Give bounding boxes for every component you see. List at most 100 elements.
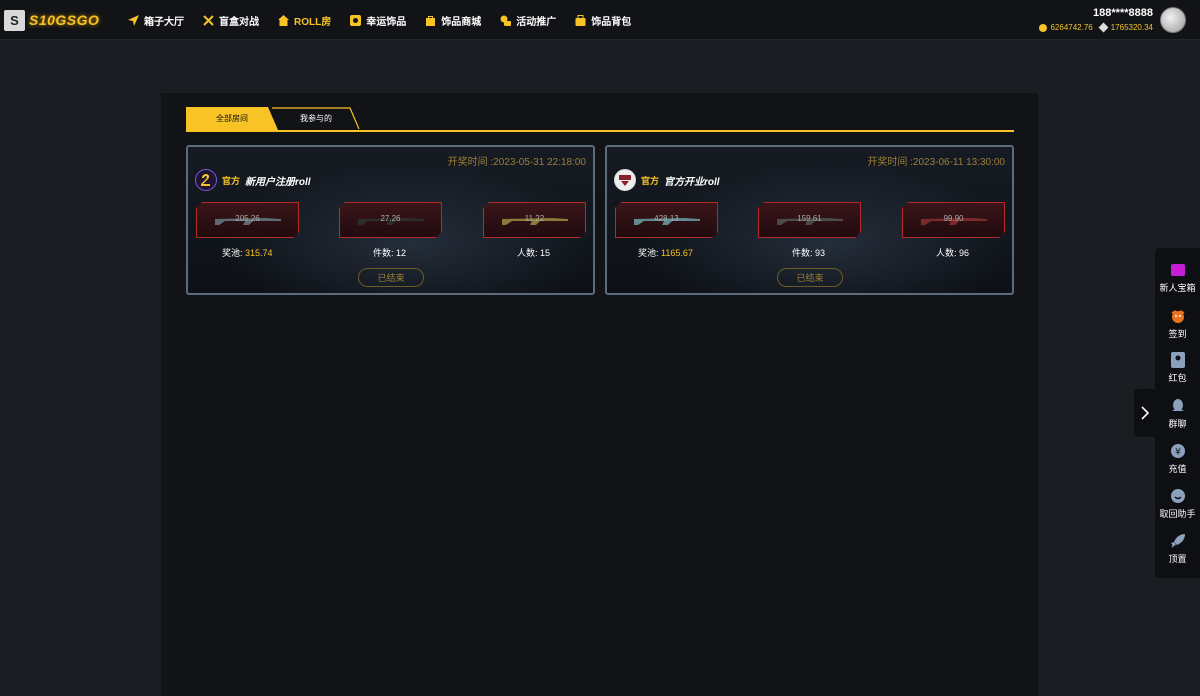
pool-stat: 奖池: 1165.67 <box>638 246 693 259</box>
count-label: 件数: <box>373 248 394 258</box>
balances: 6264742.76 1765320.34 <box>1039 22 1153 33</box>
nav-label: 幸运饰品 <box>366 16 407 28</box>
room-header: 官方 新用户注册roll <box>195 169 311 191</box>
item-price: 428.13 <box>654 214 679 223</box>
nav-label: 饰品背包 <box>591 16 632 28</box>
room-stats: 奖池: 315.74 件数: 12 人数: 15 <box>188 246 593 260</box>
crossed-swords-icon <box>203 14 214 26</box>
dock-item-recharge[interactable]: ¥ 充值 <box>1155 443 1200 475</box>
dock-item-back-to-top[interactable]: 顶置 <box>1155 533 1200 565</box>
nav-label: 箱子大厅 <box>144 16 184 28</box>
prize-item[interactable]: 428.13 <box>615 202 718 238</box>
room-logo-icon <box>195 169 217 191</box>
pool-stat: 奖池: 315.74 <box>222 246 273 259</box>
item-price: 99.90 <box>943 214 964 223</box>
draw-time: 开奖时间 :2023-05-31 22:18:00 <box>447 157 586 168</box>
room-stats: 奖池: 1165.67 件数: 93 人数: 96 <box>607 246 1012 260</box>
people-value: 96 <box>959 248 970 258</box>
backpack-icon <box>575 14 586 26</box>
room-tabs: 全部房间 我参与的 <box>186 107 1014 132</box>
pool-label: 奖池: <box>222 248 243 258</box>
item-price: 205.26 <box>235 214 260 223</box>
main-nav: 箱子大厅 盲盒对战 ROLL房 幸运饰品 饰品商城 活动推广 饰品背包 <box>128 0 650 40</box>
nav-item-promotion[interactable]: 活动推广 <box>500 13 556 28</box>
prize-item[interactable]: 11.22 <box>483 202 586 238</box>
diamond-icon <box>1098 22 1109 33</box>
pool-value: 315.74 <box>245 248 273 258</box>
dock-label: 红包 <box>1168 373 1187 383</box>
prize-item[interactable]: 99.90 <box>902 202 1005 238</box>
lucky-icon <box>350 14 362 26</box>
item-price: 159.61 <box>797 214 822 223</box>
dock-item-red-envelope[interactable]: 红包 <box>1155 352 1200 384</box>
ended-status-button[interactable]: 已结束 <box>358 268 424 287</box>
pool-label: 奖池: <box>638 248 659 258</box>
room-card[interactable]: 开奖时间 :2023-06-11 13:30:00 官方 官方开业roll 42… <box>605 145 1014 295</box>
sign-in-icon <box>1170 308 1186 324</box>
prize-item[interactable]: 27.26 <box>339 202 442 238</box>
room-title: 新用户注册roll <box>245 176 311 188</box>
nav-item-skin-shop[interactable]: 饰品商城 <box>425 13 481 28</box>
item-price: 27.26 <box>380 214 401 223</box>
dock-collapse-button[interactable] <box>1134 389 1156 437</box>
tab-all-rooms[interactable]: 全部房间 <box>186 107 278 130</box>
helper-icon <box>1170 488 1186 504</box>
item-price: 11.22 <box>524 214 545 223</box>
coins-icon <box>500 15 512 26</box>
gift-box-icon <box>1170 262 1186 278</box>
paper-plane-icon <box>128 14 139 26</box>
red-envelope-icon <box>1170 352 1186 368</box>
people-stat: 人数: 15 <box>517 246 550 259</box>
username: 188****8888 <box>1093 7 1153 19</box>
room-card[interactable]: 开奖时间 :2023-05-31 22:18:00 官方 新用户注册roll 2… <box>186 145 595 295</box>
dock-item-retrieve-helper[interactable]: 取回助手 <box>1155 488 1200 520</box>
nav-label: 盲盒对战 <box>219 16 259 28</box>
coin-icon <box>1039 23 1048 32</box>
tab-my-rooms[interactable]: 我参与的 <box>272 107 360 130</box>
nav-item-roll-room[interactable]: ROLL房 <box>278 13 331 28</box>
avatar[interactable] <box>1160 7 1186 33</box>
people-value: 15 <box>540 248 551 258</box>
item-count-stat: 件数: 12 <box>373 246 406 259</box>
logo-mark: S <box>4 9 25 31</box>
dock-item-sign-in[interactable]: 签到 <box>1155 308 1200 340</box>
dock-label: 签到 <box>1168 329 1187 339</box>
ended-status-button[interactable]: 已结束 <box>777 268 843 287</box>
chevron-right-icon <box>1141 406 1149 420</box>
dock-item-newbie-box[interactable]: 新人宝箱 <box>1155 262 1200 294</box>
pool-value: 1165.67 <box>661 248 693 258</box>
count-value: 93 <box>815 248 826 258</box>
diamond-balance: 1765320.34 <box>1110 23 1153 32</box>
dock-item-group-chat[interactable]: 群聊 <box>1155 398 1200 430</box>
nav-label: 饰品商城 <box>441 16 482 28</box>
dock-label: 取回助手 <box>1159 509 1196 519</box>
qq-chat-icon <box>1170 398 1186 414</box>
recharge-icon: ¥ <box>1170 443 1186 459</box>
shopping-bag-icon <box>425 15 436 26</box>
house-icon <box>278 14 289 26</box>
nav-item-box-hall[interactable]: 箱子大厅 <box>128 13 184 28</box>
count-value: 12 <box>396 248 407 258</box>
prize-items: 205.26 27.26 11.22 <box>196 202 586 238</box>
room-logo-icon <box>614 169 636 191</box>
coin-balance: 6264742.76 <box>1050 23 1093 32</box>
prize-items: 428.13 159.61 99.90 <box>615 202 1005 238</box>
logo-text: S10GSGO <box>29 12 100 28</box>
site-logo[interactable]: S S10GSGO <box>4 9 99 31</box>
prize-item[interactable]: 205.26 <box>196 202 299 238</box>
room-title: 官方开业roll <box>664 176 720 188</box>
nav-label: ROLL房 <box>294 16 332 28</box>
nav-item-blind-box-battle[interactable]: 盲盒对战 <box>203 13 259 28</box>
rocket-icon <box>1170 533 1186 549</box>
count-label: 件数: <box>792 248 813 258</box>
room-header: 官方 官方开业roll <box>614 169 720 191</box>
prize-item[interactable]: 159.61 <box>758 202 861 238</box>
side-dock: 新人宝箱 签到 红包 群聊 ¥ 充值 取回助手 顶置 <box>1155 248 1200 578</box>
user-info[interactable]: 188****8888 6264742.76 1765320.34 <box>1039 7 1153 33</box>
nav-label: 活动推广 <box>516 16 557 28</box>
roll-room-panel: 全部房间 我参与的 开奖时间 :2023-05-31 22:18:00 官方 新… <box>161 93 1038 696</box>
nav-item-lucky-skins[interactable]: 幸运饰品 <box>350 13 406 28</box>
official-badge: 官方 <box>222 175 241 186</box>
people-label: 人数: <box>517 248 538 258</box>
nav-item-backpack[interactable]: 饰品背包 <box>575 13 631 28</box>
